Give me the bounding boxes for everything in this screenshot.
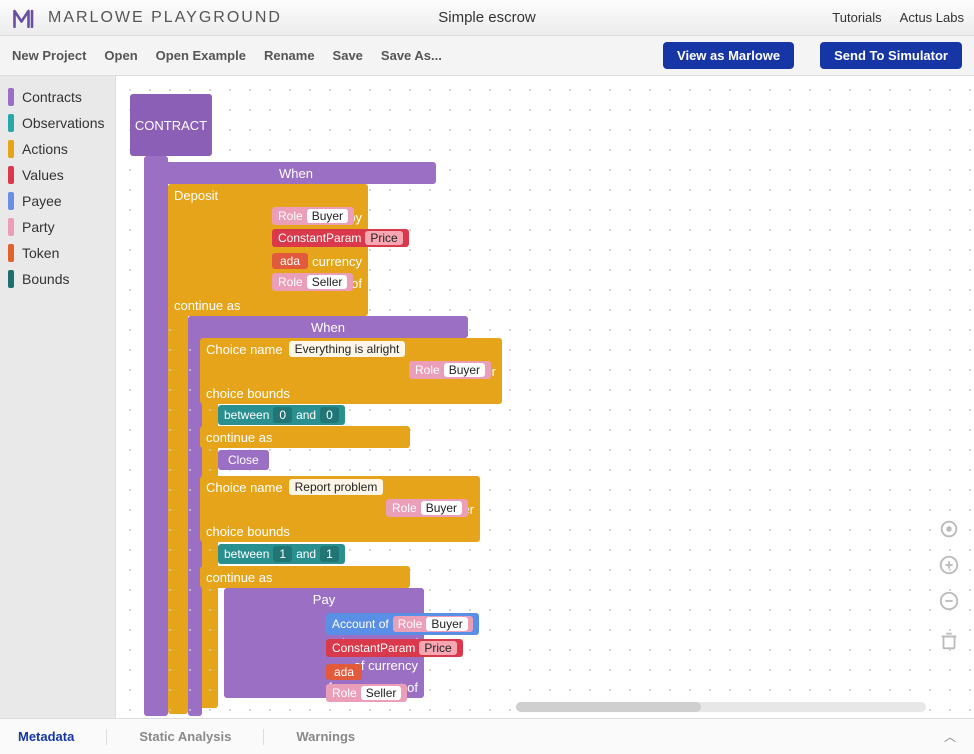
zoom-out-icon[interactable] xyxy=(936,588,962,614)
block-continue-1[interactable]: continue as xyxy=(200,426,410,448)
field-label: Choice name xyxy=(206,342,283,357)
actus-labs-link[interactable]: Actus Labs xyxy=(900,10,964,25)
category-actions[interactable]: Actions xyxy=(0,136,115,162)
divider xyxy=(263,729,264,745)
field-label: continue as xyxy=(174,298,241,313)
center-icon[interactable] xyxy=(936,516,962,542)
bound-low[interactable]: 0 xyxy=(273,407,292,423)
category-values[interactable]: Values xyxy=(0,162,115,188)
category-label: Party xyxy=(22,219,55,235)
field-label: of currency xyxy=(354,658,418,673)
choice-name-value[interactable]: Report problem xyxy=(289,479,384,495)
category-payee[interactable]: Payee xyxy=(0,188,115,214)
field-label: continue as xyxy=(206,430,273,445)
chip-constantparam-price-2[interactable]: ConstantParamPrice xyxy=(326,639,463,657)
tab-metadata[interactable]: Metadata xyxy=(18,729,74,744)
category-label: Bounds xyxy=(22,271,69,287)
category-label: Actions xyxy=(22,141,68,157)
tab-static-analysis[interactable]: Static Analysis xyxy=(139,729,231,744)
block-label: When xyxy=(311,320,345,335)
logo-icon xyxy=(10,3,40,33)
header: MARLOWE PLAYGROUND Simple escrow Tutoria… xyxy=(0,0,974,36)
tab-warnings[interactable]: Warnings xyxy=(296,729,355,744)
divider xyxy=(106,729,107,745)
save-as-button[interactable]: Save As... xyxy=(381,48,442,63)
field-label: currency xyxy=(312,254,362,269)
category-bounds[interactable]: Bounds xyxy=(0,266,115,292)
category-party[interactable]: Party xyxy=(0,214,115,240)
send-to-simulator-button[interactable]: Send To Simulator xyxy=(820,42,962,69)
rename-button[interactable]: Rename xyxy=(264,48,315,63)
block-continue-2[interactable]: continue as xyxy=(200,566,410,588)
category-contracts[interactable]: Contracts xyxy=(0,84,115,110)
category-label: Values xyxy=(22,167,64,183)
tutorials-link[interactable]: Tutorials xyxy=(832,10,881,25)
chip-role-buyer-3[interactable]: RoleBuyer xyxy=(386,499,468,517)
chip-role-buyer-2[interactable]: RoleBuyer xyxy=(409,361,491,379)
save-button[interactable]: Save xyxy=(333,48,363,63)
block-close[interactable]: Close xyxy=(218,450,269,470)
blockly-workspace[interactable]: CONTRACT When Deposit by the amount of c… xyxy=(116,76,974,718)
chip-bounds-0-0[interactable]: between 0 and 0 xyxy=(218,405,345,425)
bound-high[interactable]: 0 xyxy=(320,407,339,423)
field-label: Choice name xyxy=(206,480,283,495)
chip-ada[interactable]: ada xyxy=(272,253,308,269)
block-spine xyxy=(144,156,168,716)
toolbar: New Project Open Open Example Rename Sav… xyxy=(0,36,974,76)
trash-icon[interactable] xyxy=(936,624,962,658)
block-label: Pay xyxy=(313,592,335,607)
workspace-controls xyxy=(936,516,962,658)
view-as-marlowe-button[interactable]: View as Marlowe xyxy=(663,42,794,69)
block-label: Deposit xyxy=(174,188,218,203)
chevron-up-icon[interactable]: ︿ xyxy=(944,728,956,745)
horizontal-scrollbar[interactable] xyxy=(516,702,926,712)
chip-role-seller[interactable]: RoleSeller xyxy=(272,273,353,291)
app-title: MARLOWE PLAYGROUND xyxy=(48,9,282,27)
category-label: Contracts xyxy=(22,89,82,105)
chip-account-of[interactable]: Account of RoleBuyer xyxy=(326,613,479,635)
block-when[interactable]: When xyxy=(156,162,436,184)
open-button[interactable]: Open xyxy=(104,48,137,63)
category-label: Payee xyxy=(22,193,62,209)
bound-low[interactable]: 1 xyxy=(273,546,292,562)
new-project-button[interactable]: New Project xyxy=(12,48,86,63)
category-observations[interactable]: Observations xyxy=(0,110,115,136)
document-title[interactable]: Simple escrow xyxy=(438,9,536,26)
zoom-in-icon[interactable] xyxy=(936,552,962,578)
field-label: choice bounds xyxy=(206,524,290,539)
chip-constantparam-price[interactable]: ConstantParamPrice xyxy=(272,229,409,247)
category-token[interactable]: Token xyxy=(0,240,115,266)
chip-ada-2[interactable]: ada xyxy=(326,664,362,680)
field-label: continue as xyxy=(206,570,273,585)
block-deposit[interactable]: Deposit by the amount of currency into a… xyxy=(168,184,368,316)
chip-role-seller-2[interactable]: RoleSeller xyxy=(326,684,407,702)
category-label: Token xyxy=(22,245,59,261)
category-label: Observations xyxy=(22,115,104,131)
choice-name-value[interactable]: Everything is alright xyxy=(289,341,406,357)
bound-high[interactable]: 1 xyxy=(320,546,339,562)
block-when-inner[interactable]: When xyxy=(188,316,468,338)
field-label: choice bounds xyxy=(206,386,290,401)
category-sidebar: Contracts Observations Actions Values Pa… xyxy=(0,76,116,718)
scrollbar-thumb[interactable] xyxy=(516,702,701,712)
bottom-panel-tabs: Metadata Static Analysis Warnings ︿ xyxy=(0,718,974,754)
chip-bounds-1-1[interactable]: between 1 and 1 xyxy=(218,544,345,564)
block-label: CONTRACT xyxy=(135,118,207,133)
block-label: When xyxy=(279,166,313,181)
open-example-button[interactable]: Open Example xyxy=(156,48,246,63)
block-contract[interactable]: CONTRACT xyxy=(130,94,212,156)
chip-role-buyer[interactable]: RoleBuyer xyxy=(272,207,354,225)
